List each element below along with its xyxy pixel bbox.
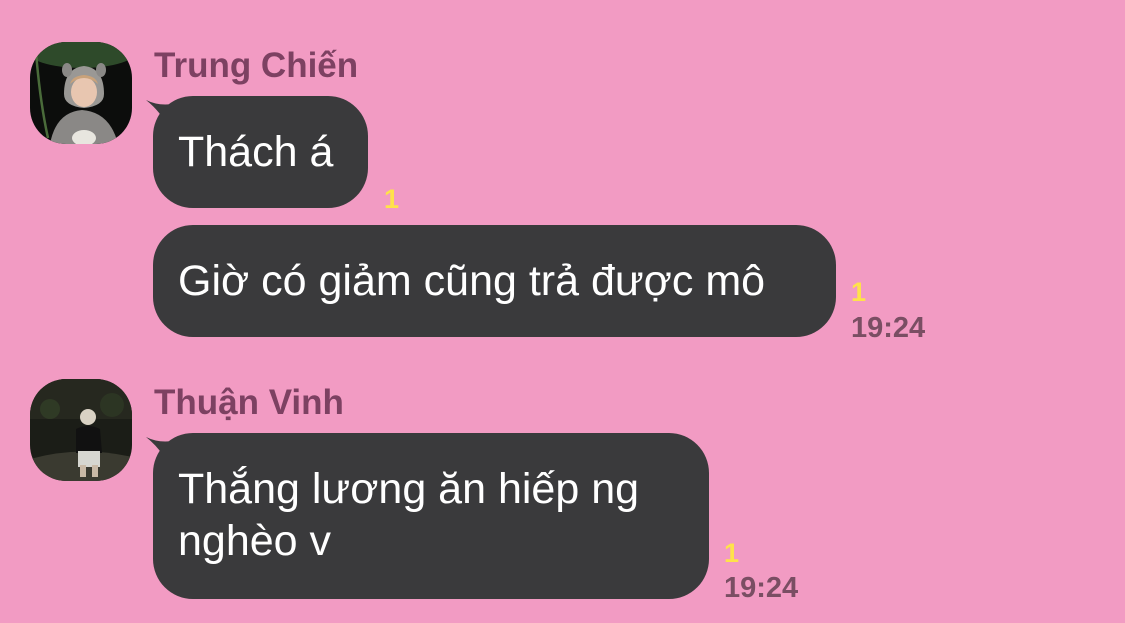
- avatar-thuan-vinh[interactable]: [30, 379, 132, 481]
- message-text: Thách á: [178, 128, 334, 176]
- message-timestamp: 19:24: [724, 572, 799, 604]
- avatar-photo-icon: [30, 42, 132, 144]
- avatar-trung-chien[interactable]: [30, 42, 132, 144]
- sender-name: Trung Chiến: [154, 46, 359, 85]
- message-bubble[interactable]: Thắng lương ăn hiếp ng nghèo v: [153, 433, 709, 599]
- avatar-photo-icon: [30, 379, 132, 481]
- unread-count: 1: [851, 277, 867, 307]
- unread-count: 1: [384, 184, 400, 214]
- message-bubble[interactable]: Giờ có giảm cũng trả được mô: [153, 225, 836, 337]
- sender-name: Thuận Vinh: [154, 383, 344, 422]
- message-bubble[interactable]: Thách á: [153, 96, 368, 208]
- unread-count: 1: [724, 538, 740, 568]
- message-text: Giờ có giảm cũng trả được mô: [178, 257, 766, 305]
- message-timestamp: 19:24: [851, 312, 926, 344]
- message-text-line: nghèo v: [178, 517, 332, 565]
- message-text-line: Thắng lương ăn hiếp ng: [178, 465, 640, 513]
